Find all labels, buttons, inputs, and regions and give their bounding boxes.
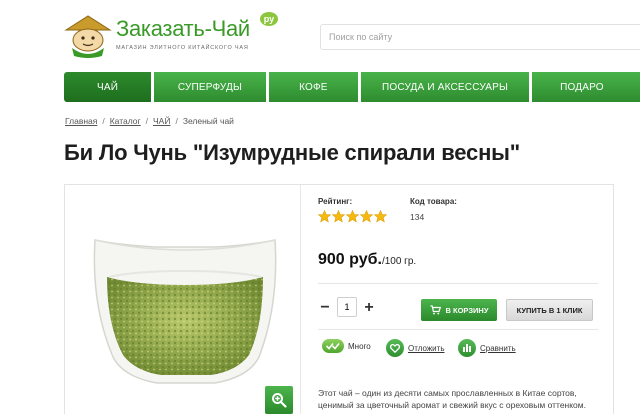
star-icon	[360, 210, 373, 223]
nav-item-superfoods[interactable]: СУПЕРФУДЫ	[154, 72, 266, 102]
nav-item-tea[interactable]: ЧАЙ	[64, 72, 152, 102]
product-card: Рейтинг: Код товара: 134 900 руб./100 гр…	[64, 184, 614, 414]
nav-item-coffee[interactable]: КОФЕ	[268, 72, 358, 102]
zoom-in-icon	[272, 393, 287, 408]
breadcrumb-separator: /	[175, 116, 178, 126]
compare-label: Сравнить	[480, 343, 516, 353]
logo-title: Заказать-Чай	[116, 16, 250, 41]
product-price: 900 руб./100 гр.	[318, 251, 416, 269]
logo-subtitle: магазин элитного китайского чая	[116, 45, 249, 51]
nav-item-tableware[interactable]: ПОСУДА И АКСЕССУАРЫ	[360, 72, 530, 102]
search-input[interactable]	[321, 25, 640, 49]
star-icon	[374, 210, 387, 223]
breadcrumb-current: Зеленый чай	[182, 116, 234, 126]
divider	[318, 329, 598, 330]
star-icon	[318, 210, 331, 223]
breadcrumb-separator: /	[102, 116, 105, 126]
price-value: 900 руб.	[318, 251, 382, 268]
quantity-decrease-button[interactable]: −	[318, 299, 332, 317]
divider	[318, 283, 598, 284]
product-description: Этот чай – один из десяти самых прославл…	[318, 388, 586, 410]
star-icon	[332, 210, 345, 223]
breadcrumb-separator: /	[145, 116, 149, 126]
postpone-button[interactable]: Отложить	[386, 339, 444, 357]
buy-one-click-button[interactable]: КУПИТЬ В 1 КЛИК	[506, 299, 593, 321]
quantity-increase-button[interactable]: +	[362, 299, 376, 317]
add-to-cart-button[interactable]: В КОРЗИНУ	[421, 299, 497, 321]
rating-label: Рейтинг:	[318, 197, 353, 206]
stock-label: Много	[348, 341, 371, 351]
star-icon	[346, 210, 359, 223]
breadcrumb-tea[interactable]: ЧАЙ	[153, 116, 170, 126]
breadcrumb-home[interactable]: Главная	[65, 116, 97, 126]
cart-icon	[430, 305, 441, 315]
site-logo[interactable]: Заказать-Чай ру магазин элитного китайск…	[64, 12, 284, 58]
quantity-input[interactable]	[337, 297, 357, 317]
nav-item-gifts[interactable]: ПОДАРО	[532, 72, 640, 102]
rating-stars[interactable]	[318, 210, 388, 223]
search-box	[320, 24, 640, 50]
add-to-cart-label: В КОРЗИНУ	[445, 305, 489, 315]
product-image[interactable]	[65, 185, 301, 414]
stock-check-icon	[322, 339, 344, 353]
product-code-value: 134	[410, 212, 425, 222]
breadcrumb-catalog[interactable]: Каталог	[110, 116, 141, 126]
page-title: Би Ло Чунь "Изумрудные спирали весны"	[64, 140, 520, 165]
compare-button[interactable]: Сравнить	[458, 339, 516, 357]
tea-mascot-icon	[64, 15, 112, 58]
logo-ru-badge: ру	[260, 12, 278, 26]
stock-indicator: Много	[322, 339, 371, 353]
breadcrumb: Главная / Каталог / ЧАЙ / Зеленый чай	[65, 116, 234, 126]
compare-bars-icon	[458, 339, 476, 357]
zoom-button[interactable]	[265, 386, 293, 414]
heart-icon	[386, 339, 404, 357]
postpone-label: Отложить	[408, 343, 445, 353]
product-code-label: Код товара:	[410, 197, 457, 206]
price-unit: /100 гр.	[381, 256, 417, 267]
main-nav: ЧАЙ СУПЕРФУДЫ КОФЕ ПОСУДА И АКСЕССУАРЫ П…	[64, 72, 640, 102]
product-image-box	[65, 185, 301, 414]
